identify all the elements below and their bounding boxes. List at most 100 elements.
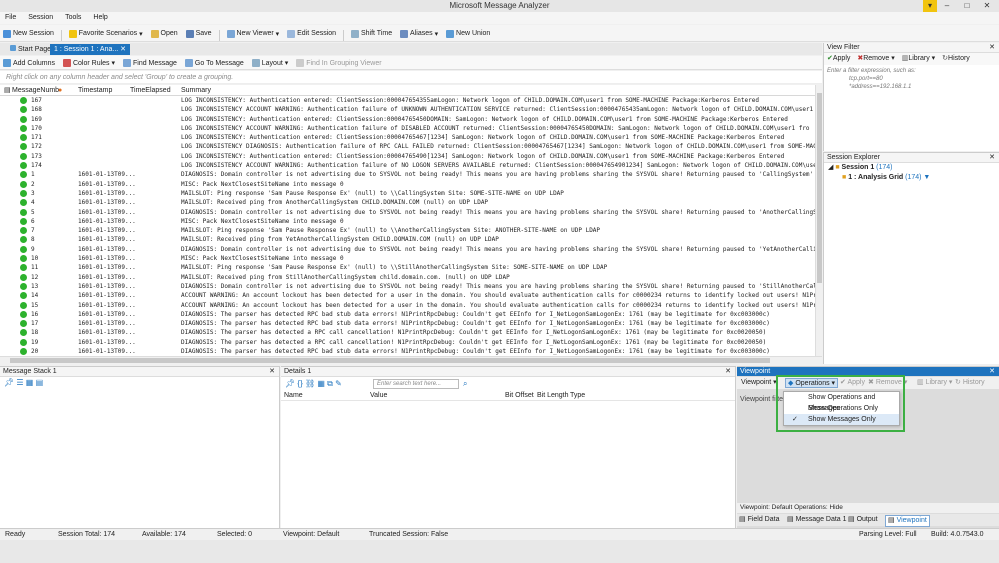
table-row[interactable]: 2 1601-01-13T09... MISC: Pack NextClosestS… — [0, 180, 815, 189]
find-message-button[interactable]: Find Message — [120, 56, 180, 70]
layout-button[interactable]: Layout ▾ — [249, 56, 292, 70]
color-rules-button[interactable]: Color Rules ▾ — [60, 56, 118, 70]
table-row[interactable]: 15 1601-01-13T09... ACCOUNT WARNING: An ac… — [0, 301, 815, 310]
save-button[interactable]: Save — [183, 25, 215, 42]
viewpoint-remove[interactable]: ✖ Remove ▾ — [868, 377, 907, 389]
table-row[interactable]: 17 1601-01-13T09... DIAGNOSIS: The parser … — [0, 319, 815, 328]
grid-vertical-scrollbar[interactable] — [815, 85, 822, 357]
menu-file[interactable]: File — [0, 12, 21, 24]
maximize-button[interactable]: □ — [957, 0, 977, 12]
close-button[interactable]: ✕ — [977, 0, 997, 12]
view-filter-library[interactable]: Library — [908, 55, 929, 62]
menu-help[interactable]: Help — [88, 12, 112, 24]
table-row[interactable]: 9 1601-01-13T09... DIAGNOSIS: Domain contr… — [0, 245, 815, 254]
col-name[interactable]: Name — [284, 391, 303, 401]
table-row[interactable]: 172 LOG INCONSISTENCY DIAGNOSIS: Authenti… — [0, 142, 815, 151]
analysis-grid-node[interactable]: ■ 1 : Analysis Grid (174) ▼ — [828, 173, 999, 183]
viewpoint-apply[interactable]: ✔ Apply — [840, 377, 865, 389]
search-icon[interactable]: ⌕ — [463, 377, 467, 391]
view-filter-apply[interactable]: Apply — [833, 55, 851, 62]
pin-icon[interactable]: 📌︎ — [4, 378, 14, 387]
scroll-thumb[interactable] — [817, 93, 822, 283]
grid-view-icon[interactable]: ▦ — [317, 379, 325, 388]
tab-viewpoint[interactable]: ▤ Viewpoint — [885, 515, 930, 527]
favorite-scenarios-button[interactable]: Favorite Scenarios ▾ — [66, 25, 146, 42]
table-row[interactable]: 19 1601-01-13T09... DIAGNOSIS: The parser … — [0, 338, 815, 347]
edit-session-button[interactable]: Edit Session — [284, 25, 339, 42]
table-row[interactable]: 167 LOG INCONSISTENCY: Authentication ent… — [0, 96, 815, 105]
operations-button[interactable]: ◆ Operations ▾ — [785, 378, 839, 388]
menu-show-messages-only[interactable]: ✓ Show Messages Only — [784, 414, 899, 425]
open-button[interactable]: Open — [148, 25, 181, 42]
grid-horizontal-scrollbar[interactable] — [0, 356, 822, 364]
grid-view-icon[interactable]: ▦ — [26, 378, 34, 387]
col-value[interactable]: Value — [370, 391, 387, 401]
list-view-icon[interactable]: ☰ — [16, 378, 23, 387]
table-row[interactable]: 5 1601-01-13T09... DIAGNOSIS: Domain contr… — [0, 208, 815, 217]
table-row[interactable]: 16 1601-01-13T09... DIAGNOSIS: The parser … — [0, 310, 815, 319]
tab-field-data[interactable]: ▤ Field Data — [739, 514, 779, 526]
scroll-thumb[interactable] — [10, 358, 770, 363]
sort-icon[interactable]: ▤ — [4, 85, 11, 96]
table-row[interactable]: 169 LOG INCONSISTENCY: Authentication ent… — [0, 115, 815, 124]
view-filter-remove[interactable]: Remove — [863, 55, 889, 62]
table-row[interactable]: 173 LOG INCONSISTENCY: Authentication ent… — [0, 152, 815, 161]
col-timestamp[interactable]: Timestamp — [78, 85, 112, 96]
tab-output[interactable]: ▤ Output — [848, 514, 878, 526]
menu-show-operations-only[interactable]: Show Operations Only — [784, 403, 899, 414]
new-viewer-button[interactable]: New Viewer ▾ — [224, 25, 283, 42]
close-icon[interactable]: ✕ — [989, 153, 995, 163]
menu-tools[interactable]: Tools — [60, 12, 86, 24]
viewpoint-library[interactable]: ▥ Library ▾ — [917, 377, 952, 389]
bookmark-icon[interactable]: ✎ — [335, 379, 342, 388]
table-row[interactable]: 168 LOG INCONSISTENCY ACCOUNT WARNING: Au… — [0, 105, 815, 114]
col-bit-length[interactable]: Bit Length — [537, 391, 569, 401]
aliases-button[interactable]: Aliases ▾ — [397, 25, 441, 42]
filter-expression-input[interactable]: Enter a filter expression, such as: tcp.… — [824, 65, 999, 93]
tab-message-data[interactable]: ▤ Message Data 1 — [787, 514, 847, 526]
table-row[interactable]: 10 1601-01-13T09... MISC: Pack NextClosest… — [0, 254, 815, 263]
expand-icon[interactable]: ◢ — [828, 164, 833, 171]
notification-icon[interactable]: ▾ — [923, 0, 937, 12]
find-in-grouping-button[interactable]: Find In Grouping Viewer — [293, 56, 384, 70]
analysis-grid[interactable]: 167 LOG INCONSISTENCY: Authentication ent… — [0, 96, 815, 356]
table-row[interactable]: 6 1601-01-13T09... MISC: Pack NextClosestS… — [0, 217, 815, 226]
session-node[interactable]: ◢ ■ Session 1 (174) — [828, 163, 999, 173]
close-icon[interactable]: ✕ — [989, 43, 995, 53]
new-session-button[interactable]: New Session — [0, 25, 57, 42]
viewpoint-history[interactable]: ↻ History — [955, 377, 985, 389]
table-row[interactable]: 13 1601-01-13T09... DIAGNOSIS: Domain cont… — [0, 282, 815, 291]
viewpoint-button[interactable]: Viewpoint ▾ — [741, 377, 777, 389]
table-row[interactable]: 11 1601-01-13T09... MAILSLOT: Ping respons… — [0, 263, 815, 272]
table-row[interactable]: 4 1601-01-13T09... MAILSLOT: Received ping… — [0, 198, 815, 207]
tab-start-page[interactable]: Start Page — [6, 44, 55, 55]
table-row[interactable]: 1 1601-01-13T09... DIAGNOSIS: Domain contr… — [0, 170, 815, 179]
col-time-elapsed[interactable]: TimeElapsed — [130, 85, 171, 96]
tree-view-icon[interactable]: ⧉ — [327, 379, 333, 388]
col-bit-offset[interactable]: Bit Offset — [505, 391, 534, 401]
new-union-button[interactable]: New Union — [443, 25, 493, 42]
details-search-input[interactable]: Enter search text here... — [373, 379, 459, 389]
shift-time-button[interactable]: Shift Time — [348, 25, 395, 42]
braces-icon[interactable]: {} — [297, 379, 302, 388]
table-row[interactable]: 14 1601-01-13T09... ACCOUNT WARNING: An ac… — [0, 291, 815, 300]
add-columns-button[interactable]: Add Columns — [0, 56, 58, 70]
close-icon[interactable]: ✕ — [725, 367, 731, 377]
col-message-number[interactable]: MessageNumb — [12, 85, 59, 96]
pin-icon[interactable]: 📌︎ — [285, 379, 295, 388]
table-row[interactable]: 12 1601-01-13T09... MAILSLOT: Received pin… — [0, 273, 815, 282]
tree-view-icon[interactable]: ▤ — [36, 378, 44, 387]
menu-session[interactable]: Session — [23, 12, 58, 24]
table-row[interactable]: 7 1601-01-13T09... MAILSLOT: Ping response… — [0, 226, 815, 235]
link-icon[interactable]: ⛓ — [305, 379, 315, 388]
table-row[interactable]: 170 LOG INCONSISTENCY ACCOUNT WARNING: Au… — [0, 124, 815, 133]
table-row[interactable]: 3 1601-01-13T09... MAILSLOT: Ping response… — [0, 189, 815, 198]
table-row[interactable]: 174 LOG INCONSISTENCY ACCOUNT WARNING: Au… — [0, 161, 815, 170]
col-summary[interactable]: Summary — [181, 85, 211, 96]
menu-show-operations-and-messages[interactable]: Show Operations and Messages — [784, 392, 899, 412]
table-row[interactable]: 20 1601-01-13T09... DIAGNOSIS: The parser … — [0, 347, 815, 356]
minimize-button[interactable]: – — [937, 0, 957, 12]
go-to-message-button[interactable]: Go To Message — [182, 56, 247, 70]
table-row[interactable]: 18 1601-01-13T09... DIAGNOSIS: The parser … — [0, 328, 815, 337]
table-row[interactable]: 8 1601-01-13T09... MAILSLOT: Received ping… — [0, 235, 815, 244]
